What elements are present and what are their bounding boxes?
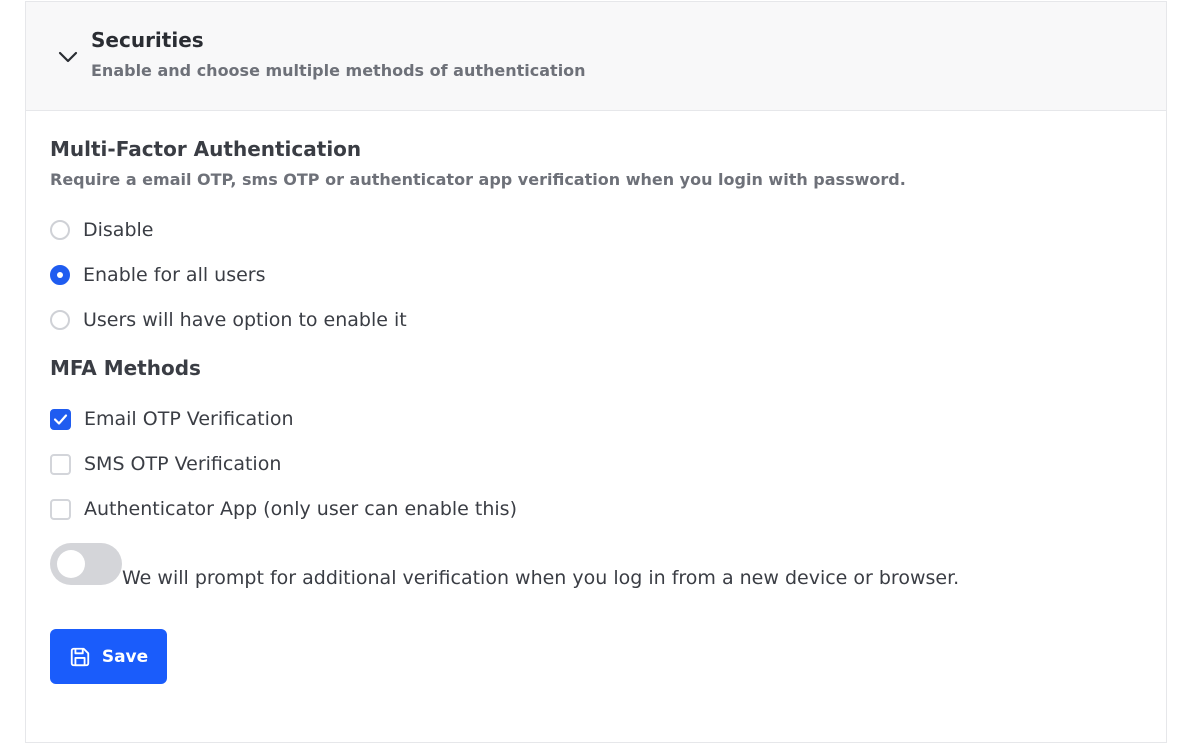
checkbox[interactable] <box>50 408 71 430</box>
checkbox-sms-otp[interactable]: SMS OTP Verification <box>50 452 281 476</box>
section-subtitle: Enable and choose multiple methods of au… <box>91 61 586 80</box>
radio-label: Enable for all users <box>83 264 266 286</box>
radio-button[interactable] <box>50 310 70 330</box>
checkbox-label: Email OTP Verification <box>84 408 294 430</box>
checkbox[interactable] <box>50 453 71 475</box>
save-button[interactable]: Save <box>50 629 167 684</box>
checkbox-authenticator-app[interactable]: Authenticator App (only user can enable … <box>50 497 517 521</box>
radio-enable-all-users[interactable]: Enable for all users <box>50 263 266 287</box>
toggle-knob <box>57 550 85 578</box>
radio-disable[interactable]: Disable <box>50 218 153 242</box>
mfa-methods-title: MFA Methods <box>50 356 201 380</box>
radio-label: Users will have option to enable it <box>83 309 407 331</box>
save-icon <box>70 647 89 666</box>
check-icon <box>53 413 68 425</box>
section-title: Securities <box>91 28 204 52</box>
new-device-verification-toggle[interactable] <box>50 543 122 585</box>
mfa-title: Multi-Factor Authentication <box>50 137 362 161</box>
radio-user-option[interactable]: Users will have option to enable it <box>50 308 407 332</box>
securities-header[interactable]: Securities Enable and choose multiple me… <box>26 2 1166 111</box>
radio-button[interactable] <box>50 265 70 285</box>
checkbox-email-otp[interactable]: Email OTP Verification <box>50 407 294 431</box>
toggle-label: We will prompt for additional verificati… <box>122 567 960 589</box>
checkbox[interactable] <box>50 498 71 520</box>
radio-label: Disable <box>83 219 154 241</box>
save-button-label: Save <box>101 646 149 667</box>
securities-panel: Securities Enable and choose multiple me… <box>25 1 1167 743</box>
radio-button[interactable] <box>50 220 70 240</box>
mfa-description: Require a email OTP, sms OTP or authenti… <box>50 170 906 189</box>
checkbox-label: SMS OTP Verification <box>84 453 282 475</box>
chevron-down-icon[interactable] <box>56 46 80 70</box>
checkbox-label: Authenticator App (only user can enable … <box>84 498 517 520</box>
